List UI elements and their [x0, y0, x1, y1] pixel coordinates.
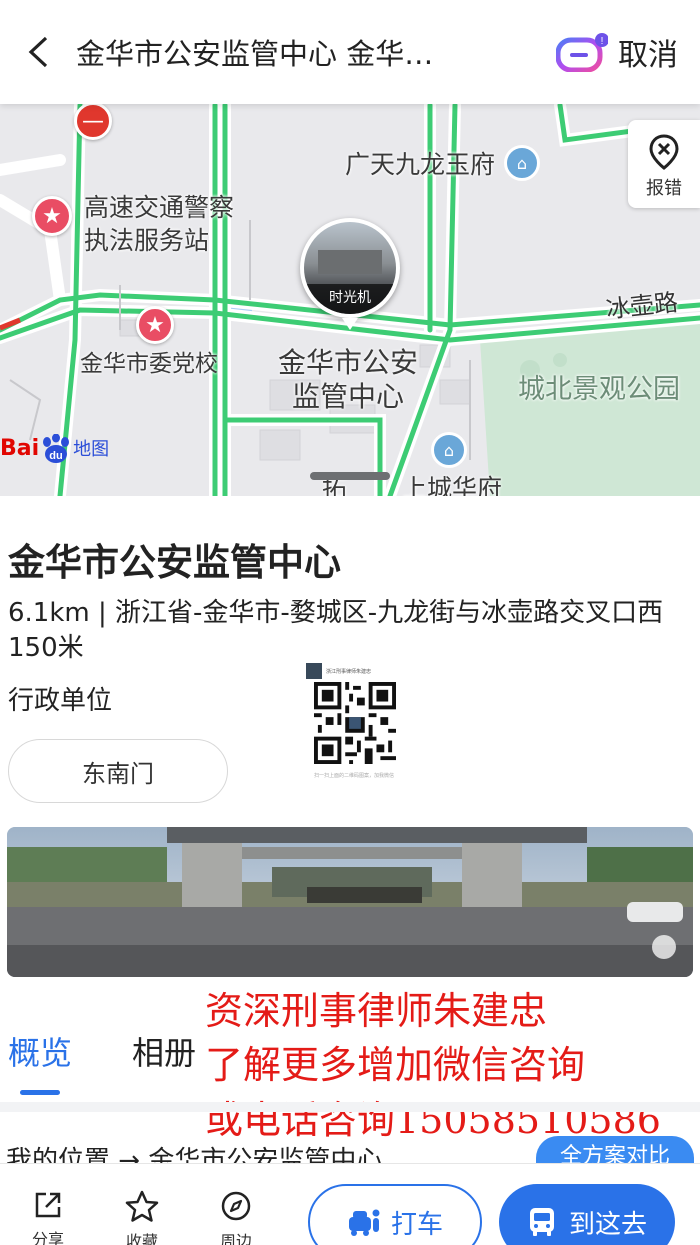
panel-drag-handle[interactable] [310, 472, 390, 480]
taxi-icon [348, 1209, 380, 1236]
svg-text:!: ! [601, 36, 604, 47]
qr-code-icon [314, 682, 396, 764]
nearby-label: 周边 [219, 1232, 252, 1245]
favorite-label: 收藏 [125, 1232, 158, 1245]
map-label-shangcheng[interactable]: 上城华府 [402, 474, 502, 496]
tab-album[interactable]: 相册 [132, 1028, 196, 1074]
entrance-chip[interactable]: 东南门 [8, 739, 228, 803]
report-error-button[interactable]: 报错 [628, 120, 700, 208]
street-photo-image [7, 827, 693, 977]
qr-footer: 扫一扫上面的二维码图案，加我微信 [313, 773, 394, 779]
back-button[interactable] [0, 0, 76, 104]
compass-icon [221, 1191, 251, 1221]
ad-line-1: 资深刑事律师朱建忠 [205, 989, 548, 1033]
taxi-button[interactable]: 打车 [308, 1184, 482, 1245]
svg-text:du: du [49, 450, 62, 462]
favorite-button[interactable]: 收藏 [112, 1190, 172, 1245]
report-error-label: 报错 [646, 178, 682, 199]
map-label-center-1[interactable]: 金华市公安 [278, 346, 418, 380]
ad-overlay-text: 资深刑事律师朱建忠 了解更多增加微信咨询 或电话咨询15058510586 [205, 984, 661, 1147]
search-title[interactable]: 金华市公安监管中心 金华… [76, 31, 556, 73]
place-detail-panel: 金华市公安监管中心 6.1km | 浙江省-金华市-婺城区-九龙街与冰壶路交叉口… [0, 496, 700, 1245]
go-here-label: 到这去 [568, 1209, 647, 1240]
map-label-highway-police-2[interactable]: 执法服务站 [84, 226, 209, 257]
wechat-qr-card: 浙江刑事律师朱建忠 扫一扫上面的二维码图案，加我微信 [306, 660, 402, 794]
place-name: 金华市公安监管中心 [8, 541, 341, 584]
party-school-poi-icon[interactable]: ★ [136, 306, 174, 344]
no-entry-icon: — [74, 102, 112, 140]
residential-icon[interactable]: ⌂ [431, 432, 467, 468]
baidu-paw-icon: du [39, 433, 73, 464]
share-label: 分享 [31, 1230, 64, 1245]
taxi-label: 打车 [390, 1209, 443, 1240]
time-machine-bubble[interactable]: 时光机 [300, 218, 400, 330]
qr-owner-name: 浙江刑事律师朱建忠 [326, 668, 372, 675]
bus-icon [529, 1208, 554, 1236]
location-pin-icon [649, 134, 679, 170]
baidu-map-logo: Bai du 地图 [0, 433, 109, 464]
nearby-button[interactable]: 周边 [206, 1190, 266, 1245]
ad-line-2: 了解更多增加微信咨询 [205, 1043, 586, 1088]
place-address: 6.1km | 浙江省-金华市-婺城区-九龙街与冰壶路交叉口西150米 [8, 598, 664, 664]
map-label-center-2[interactable]: 监管中心 [292, 380, 404, 414]
tab-active-indicator [20, 1090, 60, 1095]
top-bar: 金华市公安监管中心 金华… ! 取消 [0, 0, 700, 104]
map-label-park[interactable]: 城北景观公园 [518, 374, 680, 407]
voice-assistant-button[interactable]: ! [555, 32, 609, 73]
tab-overview[interactable]: 概览 [8, 1028, 72, 1074]
chevron-left-icon [28, 36, 48, 68]
avatar [306, 663, 322, 679]
star-icon [125, 1190, 159, 1222]
place-photo[interactable] [7, 827, 693, 977]
residential-icon[interactable]: ⌂ [504, 145, 540, 181]
map-label-highway-police-1[interactable]: 高速交通警察 [84, 193, 234, 224]
cancel-button[interactable]: 取消 [618, 30, 678, 74]
map-label-guangtian[interactable]: 广天九龙玉府 [345, 150, 495, 181]
place-type: 行政单位 [8, 686, 113, 716]
bottom-action-bar: 分享 收藏 周边 打车 到这去 [0, 1163, 700, 1245]
section-divider [0, 1102, 700, 1112]
map-label-party-school[interactable]: 金华市委党校 [80, 350, 218, 378]
share-icon [35, 1192, 61, 1218]
police-poi-icon[interactable]: ★ [32, 196, 72, 236]
share-button[interactable]: 分享 [18, 1190, 78, 1245]
time-machine-label: 时光机 [304, 284, 396, 314]
assistant-icon: ! [555, 33, 609, 73]
go-here-button[interactable]: 到这去 [499, 1184, 675, 1245]
